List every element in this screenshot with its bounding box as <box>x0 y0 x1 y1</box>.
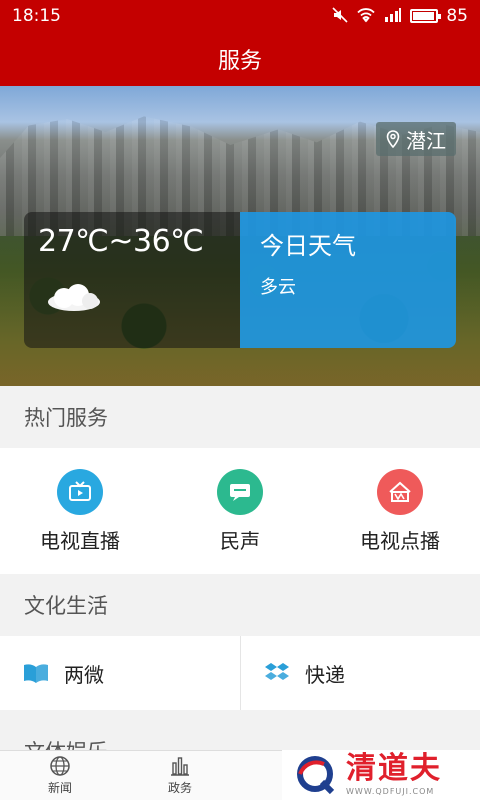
culture-label: 快递 <box>305 662 345 687</box>
weather-title: 今日天气 <box>260 232 356 260</box>
box-icon <box>265 663 289 680</box>
cloud-icon <box>48 284 100 311</box>
nav-item-government[interactable]: 政务 <box>120 751 240 800</box>
location-name: 潜江 <box>406 128 446 153</box>
section-header-hot-services: 热门服务 <box>0 386 480 448</box>
weather-temperature-card[interactable]: 27℃~36℃ <box>24 212 240 348</box>
bar-chart-icon <box>171 757 189 776</box>
service-tv-live[interactable]: 电视直播 <box>5 468 155 554</box>
hero-banner: 潜江 27℃~36℃ 今日天气 多云 <box>0 86 480 386</box>
culture-label: 两微 <box>64 662 104 687</box>
hot-services-panel: 电视直播 民声 电视点播 <box>0 448 480 574</box>
battery-percent: 85 <box>446 6 468 26</box>
culture-item-express[interactable]: 快递 <box>240 636 480 710</box>
service-label: 电视直播 <box>40 528 120 553</box>
culture-title: 文化生活 <box>24 594 108 618</box>
page-title: 服务 <box>217 49 262 74</box>
culture-item-weibo-wechat[interactable]: 两微 <box>0 636 240 710</box>
battery-fill <box>413 12 434 20</box>
globe-icon <box>50 756 70 776</box>
signal-icon <box>384 7 402 26</box>
location-pin-icon <box>386 130 400 148</box>
title-bar: 服务 <box>0 32 480 86</box>
nav-item-news[interactable]: 新闻 <box>0 751 120 800</box>
entertainment-title: 文体娱乐 <box>24 736 108 750</box>
tv-icon <box>57 468 103 515</box>
status-time: 18:15 <box>12 6 61 26</box>
book-icon <box>24 664 48 683</box>
location-selector[interactable]: 潜江 <box>376 122 456 156</box>
nav-label: 新闻 <box>47 781 72 795</box>
qdfuji-logo-icon <box>297 756 335 795</box>
service-public-voice[interactable]: 民声 <box>165 468 315 554</box>
hot-services-title: 热门服务 <box>24 406 108 430</box>
watermark-text-en: WWW.QDFUJI.COM <box>346 787 435 796</box>
weather-description: 多云 <box>260 277 296 298</box>
weather-today-card[interactable]: 今日天气 多云 <box>240 212 456 348</box>
service-tv-vod[interactable]: 电视点播 <box>325 468 475 554</box>
watermark-text-cn: 清道夫 <box>346 751 442 786</box>
section-header-entertainment: 文体娱乐 <box>0 710 480 750</box>
status-icons: 85 <box>332 6 468 26</box>
mute-icon <box>332 6 348 26</box>
temperature-range: 27℃~36℃ <box>38 224 204 259</box>
wifi-icon <box>356 7 376 26</box>
service-label: 电视点播 <box>360 528 440 553</box>
service-label: 民声 <box>220 528 260 553</box>
nav-label: 政务 <box>167 781 192 795</box>
watermark-logo: 清道夫 WWW.QDFUJI.COM <box>282 750 480 800</box>
battery-icon <box>410 9 442 23</box>
chat-icon <box>217 468 263 515</box>
status-bar: 18:15 85 <box>0 0 480 32</box>
vod-icon <box>377 468 423 515</box>
section-header-culture: 文化生活 <box>0 574 480 636</box>
culture-panel: 两微 快递 <box>0 636 480 710</box>
